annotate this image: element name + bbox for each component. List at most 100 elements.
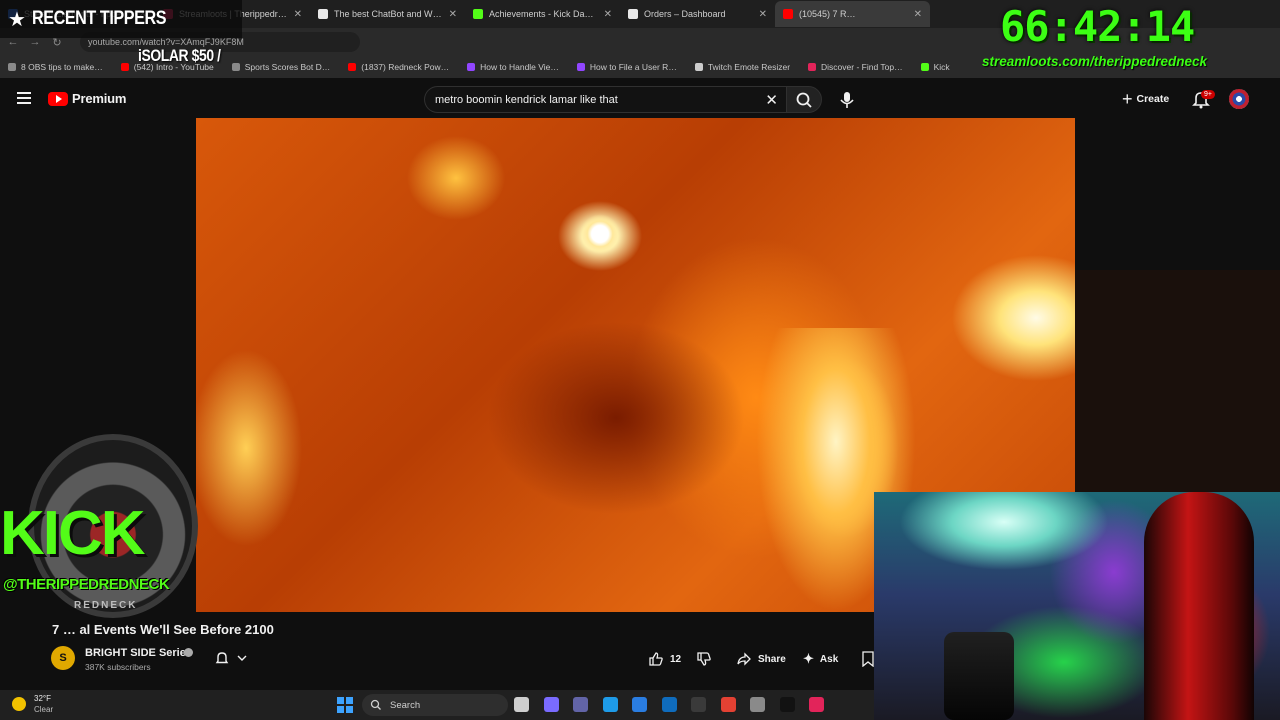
search-button[interactable] — [786, 86, 822, 113]
subscription-bell-button[interactable] — [214, 650, 230, 666]
browser-tab[interactable]: Orders – Dashboard ✕ — [620, 1, 775, 27]
chrome-icon[interactable] — [720, 697, 736, 712]
menu-button[interactable] — [14, 89, 34, 109]
bookmark-icon — [862, 651, 874, 667]
close-tab-icon[interactable]: ✕ — [604, 9, 612, 20]
bookmark-label: How to Handle Vie… — [480, 62, 559, 72]
bookmark-item[interactable]: How to File a User R… — [576, 62, 677, 72]
ask-button[interactable]: ✦ Ask — [803, 648, 838, 670]
edge-icon[interactable] — [602, 697, 618, 712]
bookmark-label: 8 OBS tips to make… — [21, 62, 103, 72]
browser-tab[interactable]: The best ChatBot and Widgets… ✕ — [310, 1, 465, 27]
youtube-logo[interactable]: Premium — [48, 91, 126, 106]
chevron-down-icon — [237, 655, 247, 661]
verified-icon — [184, 648, 193, 657]
bookmark-label: Discover - Find Top… — [821, 62, 903, 72]
bookmark-item[interactable]: How to Handle Vie… — [467, 62, 559, 72]
bookmark-item[interactable]: Sports Scores Bot D… — [231, 62, 331, 72]
taskbar-search-placeholder: Search — [390, 699, 421, 711]
channel-avatar[interactable]: S — [51, 646, 75, 670]
account-avatar[interactable] — [1229, 89, 1249, 109]
subathon-timer: 66:42:14 — [1000, 2, 1195, 51]
bookmark-label: (1837) Redneck Pow… — [361, 62, 450, 72]
video-title: 7 … al Events We'll See Before 2100 — [52, 622, 274, 637]
video-frame-highlight — [580, 214, 620, 254]
bookmark-favicon-icon — [467, 63, 476, 71]
sparkle-icon: ✦ — [803, 651, 814, 666]
bookmark-favicon-icon — [808, 63, 817, 71]
tab-label: (10545) 7 R… — [799, 9, 856, 19]
create-button[interactable]: + Create — [1122, 88, 1169, 110]
bookmark-item[interactable]: Kick — [920, 62, 950, 72]
bookmark-item[interactable]: 8 OBS tips to make… — [8, 62, 103, 72]
tab-favicon-icon — [783, 9, 793, 19]
bookmark-favicon-icon — [920, 63, 929, 71]
share-icon — [737, 652, 751, 666]
like-button[interactable]: 12 — [648, 648, 681, 670]
store-icon[interactable] — [632, 697, 647, 712]
recent-tippers-banner: ★ RECENT TIPPERS — [0, 0, 242, 38]
subscriber-count: 387K subscribers — [85, 662, 151, 672]
copilot-icon[interactable] — [543, 697, 559, 712]
weather-temperature: 32°F — [34, 694, 51, 703]
plus-icon: + — [1122, 88, 1133, 109]
bookmark-item[interactable]: Discover - Find Top… — [808, 62, 903, 72]
windows-taskbar: 32°F Clear Search — [0, 690, 874, 720]
close-tab-icon[interactable]: ✕ — [914, 9, 922, 20]
bookmark-label: Twitch Emote Resizer — [707, 62, 791, 72]
outlook-icon[interactable] — [661, 697, 677, 712]
thumbs-up-icon — [649, 652, 663, 666]
dislike-button[interactable] — [696, 648, 712, 670]
bookmark-item[interactable]: Twitch Emote Resizer — [694, 62, 791, 72]
search-input[interactable]: metro boomin kendrick lamar like that ✕ — [424, 86, 786, 113]
voice-search-button[interactable] — [836, 89, 858, 111]
bookmark-item[interactable]: (1837) Redneck Pow… — [348, 62, 449, 72]
streamloots-url: streamloots.com/therippedredneck — [982, 54, 1208, 69]
bookmark-label: Kick — [933, 62, 950, 72]
taskbar-search[interactable]: Search — [362, 694, 508, 716]
bell-icon — [215, 652, 229, 664]
thumbs-down-icon — [697, 652, 711, 666]
share-button[interactable]: Share — [736, 648, 786, 670]
webcam-chair — [944, 632, 1014, 720]
bookmark-favicon-icon — [694, 63, 703, 71]
tab-label: Orders – Dashboard — [644, 9, 726, 19]
tab-label: Achievements - Kick Dashboar… — [489, 9, 598, 19]
tab-favicon-icon — [628, 9, 638, 19]
app-icon[interactable] — [809, 697, 824, 712]
search-icon — [796, 92, 812, 108]
bookmark-favicon-icon — [576, 63, 585, 71]
kick-channel-badge: KICK @THERIPPEDREDNECK REDNECK — [0, 434, 226, 620]
xbox-icon[interactable] — [750, 697, 765, 712]
tab-favicon-icon — [318, 9, 328, 19]
bookmark-label: Sports Scores Bot D… — [244, 62, 331, 72]
start-button[interactable] — [337, 697, 353, 713]
bookmark-favicon-icon — [348, 63, 357, 71]
tab-label: The best ChatBot and Widgets… — [334, 9, 443, 19]
close-tab-icon[interactable]: ✕ — [449, 9, 457, 20]
close-tab-icon[interactable]: ✕ — [759, 9, 767, 20]
channel-name[interactable]: BRIGHT SIDE Series — [85, 647, 192, 659]
webcam-streamer — [1144, 492, 1254, 720]
close-tab-icon[interactable]: ✕ — [294, 9, 302, 20]
notification-badge: 9+ — [1201, 90, 1215, 99]
bookmark-favicon-icon — [120, 63, 129, 71]
bookmark-favicon-icon — [8, 63, 16, 71]
create-label: Create — [1136, 93, 1170, 105]
browser-tab[interactable]: Achievements - Kick Dashboar… ✕ — [465, 1, 620, 27]
browser-tab[interactable]: (10545) 7 R… ✕ — [775, 1, 930, 27]
youtube-play-icon — [48, 91, 68, 106]
recent-tipper-entry: iSOLAR $50 / — [138, 46, 221, 65]
ask-label: Ask — [819, 653, 839, 665]
share-label: Share — [758, 653, 786, 665]
teams-icon[interactable] — [573, 697, 588, 712]
kick-handle: @THERIPPEDREDNECK — [3, 576, 170, 593]
search-icon — [370, 699, 381, 710]
task-view-icon[interactable] — [514, 697, 529, 712]
terminal-icon[interactable] — [779, 697, 795, 712]
weather-icon[interactable] — [12, 697, 26, 711]
subscription-options-button[interactable] — [236, 651, 248, 663]
clear-search-icon[interactable]: ✕ — [765, 91, 778, 109]
youtube-header: Premium metro boomin kendrick lamar like… — [0, 80, 1280, 118]
obs-icon[interactable] — [691, 697, 706, 712]
